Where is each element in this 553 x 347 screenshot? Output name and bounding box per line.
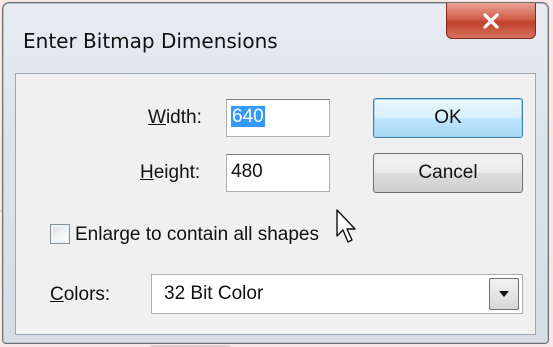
title-bar[interactable]: Enter Bitmap Dimensions bbox=[3, 3, 548, 81]
dropdown-arrow-button[interactable] bbox=[489, 278, 519, 310]
chevron-down-icon bbox=[499, 291, 509, 297]
colors-label: Colors: bbox=[50, 284, 110, 306]
dialog-body: Width: 640 Height: 480 OK Cancel Enlarge… bbox=[15, 73, 536, 335]
height-label: Height: bbox=[140, 162, 200, 184]
height-label-accelerator: H bbox=[140, 162, 154, 183]
close-x-icon bbox=[483, 12, 499, 29]
colors-selected-value: 32 Bit Color bbox=[164, 283, 264, 304]
width-label-accelerator: W bbox=[148, 107, 166, 128]
mouse-pointer-icon bbox=[336, 209, 356, 243]
height-input[interactable]: 480 bbox=[226, 154, 330, 192]
dialog-window: Enter Bitmap Dimensions Width: 640 Heigh… bbox=[2, 2, 549, 344]
window-title: Enter Bitmap Dimensions bbox=[23, 29, 278, 53]
height-label-text: eight: bbox=[153, 162, 201, 183]
colors-label-text: olors: bbox=[63, 284, 111, 305]
close-button[interactable] bbox=[446, 3, 536, 39]
height-value: 480 bbox=[231, 161, 263, 182]
enlarge-label[interactable]: Enlarge to contain all shapes bbox=[75, 224, 319, 246]
width-label-text: idth: bbox=[165, 107, 202, 128]
cancel-button[interactable]: Cancel bbox=[373, 153, 523, 193]
enlarge-checkbox[interactable] bbox=[50, 224, 70, 244]
width-input[interactable]: 640 bbox=[226, 99, 330, 137]
width-value: 640 bbox=[231, 106, 265, 127]
width-label: Width: bbox=[148, 107, 202, 129]
colors-label-accelerator: C bbox=[50, 284, 64, 305]
ok-button[interactable]: OK bbox=[373, 98, 523, 138]
colors-dropdown[interactable]: 32 Bit Color bbox=[151, 274, 523, 314]
